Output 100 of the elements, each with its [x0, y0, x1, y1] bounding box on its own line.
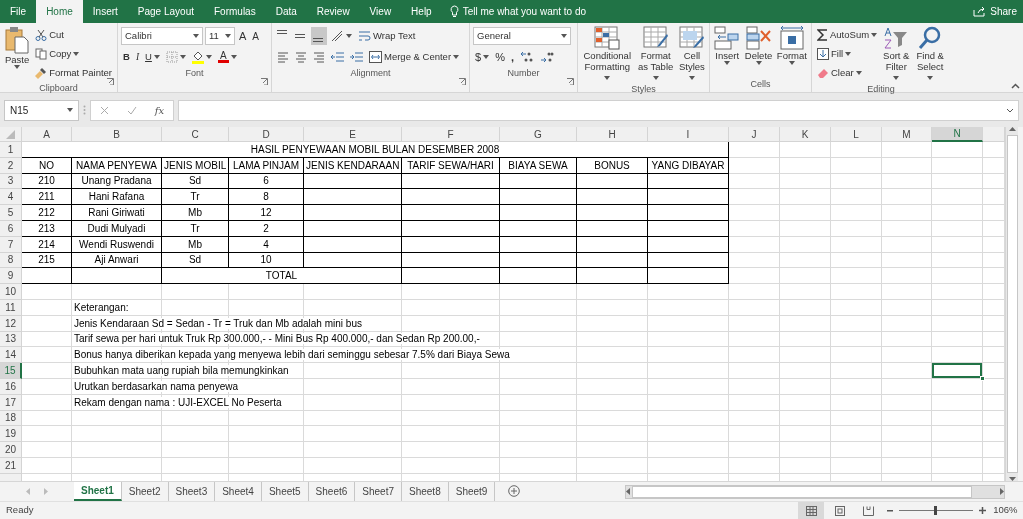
column-header[interactable]: H — [577, 127, 648, 142]
slider-thumb[interactable] — [934, 506, 938, 515]
percent-button[interactable]: % — [493, 48, 507, 66]
caret-icon — [179, 55, 186, 59]
caret-icon — [845, 52, 852, 56]
number-format-dropdown[interactable]: General — [473, 27, 571, 45]
ribbon-tab[interactable]: Home — [36, 0, 83, 23]
column-heading: BONUS — [577, 157, 648, 174]
group-label: Number — [506, 67, 541, 80]
align-button[interactable] — [311, 27, 327, 45]
dialog-launcher-icon — [107, 78, 114, 86]
row-header[interactable]: 4 — [0, 189, 22, 206]
currency-button[interactable]: $ — [473, 48, 492, 66]
column-header[interactable]: K — [780, 127, 831, 142]
wrap-text-button[interactable]: Wrap Text — [356, 27, 418, 45]
row-header[interactable]: 20 — [0, 442, 22, 458]
eraser-icon — [817, 68, 829, 78]
sheet-tab[interactable]: Sheet1 — [74, 482, 122, 501]
column-header[interactable]: C — [162, 127, 229, 142]
table-cell: 214 — [22, 236, 72, 253]
cell-styles-button[interactable]: Cell Styles — [677, 26, 706, 83]
name-box[interactable]: N15 — [4, 99, 79, 121]
ribbon-tab[interactable]: Formulas — [204, 0, 266, 23]
delete-cells-button[interactable]: Delete — [743, 26, 774, 78]
ribbon-tab[interactable]: File — [0, 0, 37, 23]
normal-view-button[interactable] — [798, 501, 825, 519]
table-cell: Tr — [162, 221, 229, 237]
row-header[interactable]: 9 — [0, 268, 22, 285]
paste-button[interactable]: Paste — [3, 26, 32, 82]
ribbon-tab[interactable]: View — [359, 0, 402, 23]
sort-filter-button[interactable]: Sort & Filter — [881, 26, 912, 83]
format-painter-button[interactable]: Format Painter — [33, 64, 114, 82]
note-text: Tarif sewa per hari untuk Truk Rp 300.000,- - Mini Bus Rp 400.000,- dan Sedan Rp 200.00,- — [74, 333, 483, 345]
column-header[interactable]: J — [729, 127, 780, 142]
italic-button[interactable]: I — [133, 48, 142, 66]
shrink-font-button[interactable]: A — [250, 27, 261, 45]
insert-cells-button[interactable]: Insert — [713, 26, 742, 78]
row-header[interactable]: 19 — [0, 426, 22, 443]
find-select-button[interactable]: Find & Select — [913, 26, 947, 83]
horizontal-scrollbar[interactable] — [625, 484, 1005, 499]
column-header[interactable]: D — [229, 127, 304, 142]
column-header[interactable]: E — [304, 127, 402, 142]
dialog-launcher-icon — [567, 78, 574, 86]
table-cell: 213 — [22, 221, 72, 237]
table-cell: 12 — [229, 205, 304, 221]
caret-icon — [604, 76, 611, 81]
cut-button[interactable]: Cut — [33, 26, 114, 44]
ribbon-tab[interactable]: Help — [401, 0, 442, 23]
row-header[interactable]: 15 — [0, 363, 22, 379]
row-header[interactable]: 1 — [0, 142, 22, 158]
underline-button[interactable]: U — [143, 48, 162, 66]
row-header[interactable]: 5 — [0, 205, 22, 221]
group-label: Font — [184, 67, 205, 80]
tell-me-search[interactable]: Tell me what you want to do — [462, 4, 587, 19]
selected-cell[interactable] — [932, 363, 983, 379]
ribbon-tab[interactable]: Data — [265, 0, 307, 23]
format-cells-button[interactable]: Format — [775, 26, 808, 78]
caret-icon — [453, 55, 460, 59]
align-lines-icon — [295, 34, 305, 38]
formula-input[interactable] — [178, 99, 1019, 121]
bold-button[interactable]: B — [121, 48, 132, 66]
column-header[interactable]: A — [22, 127, 72, 142]
column-header[interactable]: I — [648, 127, 729, 142]
ribbon-tab[interactable]: Page Layout — [127, 0, 204, 23]
column-heading: TARIF SEWA/HARI — [402, 157, 500, 174]
insert-function-button[interactable]: fx — [152, 101, 167, 119]
ribbon-tab[interactable]: Review — [306, 0, 360, 23]
column-header[interactable]: M — [882, 127, 932, 142]
fill-button[interactable]: Fill — [815, 45, 880, 63]
font-name-dropdown[interactable]: Calibri — [121, 27, 203, 45]
column-header[interactable]: F — [402, 127, 500, 142]
row-header[interactable]: 10 — [0, 284, 22, 300]
format-as-table-button[interactable]: Format as Table — [635, 26, 676, 83]
grow-font-button[interactable]: A — [237, 27, 249, 45]
column-header[interactable]: G — [500, 127, 577, 142]
scroll-thumb[interactable] — [632, 485, 972, 498]
ribbon-tab[interactable]: Insert — [82, 0, 128, 23]
new-sheet-button[interactable] — [506, 482, 523, 500]
row-header[interactable]: 14 — [0, 347, 22, 364]
borders-button[interactable] — [163, 48, 188, 66]
caret-icon — [346, 34, 352, 38]
plus-icon — [978, 507, 986, 514]
column-header[interactable]: N — [932, 127, 983, 142]
caret-icon — [724, 61, 731, 65]
table-cell: Unang Pradana — [72, 173, 162, 190]
font-color-button[interactable]: A — [215, 48, 239, 66]
cell-styles-icon — [678, 26, 705, 50]
conditional-formatting-button[interactable]: Conditional Formatting — [581, 26, 634, 83]
expand-icon — [1006, 107, 1014, 113]
column-header[interactable]: L — [831, 127, 882, 142]
scissors-icon — [35, 29, 48, 41]
table-cell: Dudi Mulyadi — [72, 221, 162, 237]
autosum-button[interactable]: AutoSum — [815, 26, 880, 44]
column-header[interactable]: B — [72, 127, 162, 142]
merge-center-button[interactable]: Merge & Center — [367, 48, 462, 66]
copy-button[interactable]: Copy — [33, 45, 114, 63]
font-size-dropdown[interactable]: 11 — [205, 27, 235, 45]
comma-button[interactable]: , — [508, 48, 516, 66]
clear-button[interactable]: Clear — [815, 64, 880, 82]
share-button[interactable]: Share — [967, 0, 1023, 23]
